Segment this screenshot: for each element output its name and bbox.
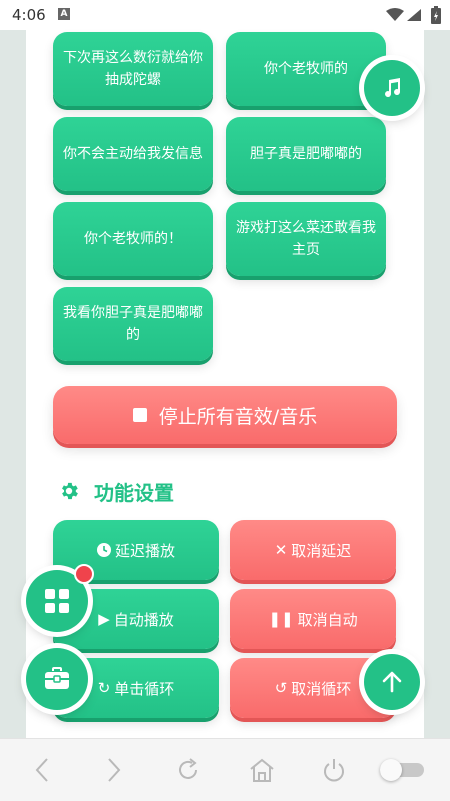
grid-icon: [45, 589, 69, 613]
settings-heading: 功能设置: [58, 476, 174, 506]
sound-label: 我看你胆子真是肥嘟嘟的: [63, 305, 203, 343]
stop-square-icon: [132, 408, 147, 422]
clock-icon: [96, 543, 111, 557]
stop-all-button[interactable]: 停止所有音效/音乐: [53, 386, 397, 444]
pause-icon: ❚❚: [268, 610, 294, 628]
undo-icon: ↺: [274, 679, 288, 697]
close-icon: ✕: [274, 541, 288, 559]
power-icon[interactable]: [322, 757, 346, 783]
grid-fab[interactable]: [26, 564, 94, 632]
toggle-knob: [380, 759, 402, 781]
sound-button[interactable]: 胆子真是肥嘟嘟的: [226, 117, 386, 191]
stop-all-label: 停止所有音效/音乐: [158, 405, 318, 428]
cancel-delay-button[interactable]: ✕ 取消延迟: [230, 520, 396, 580]
sound-button[interactable]: 你个老牧师的: [226, 32, 386, 106]
refresh-icon[interactable]: [176, 757, 200, 783]
auto-play-label: 自动播放: [113, 610, 174, 629]
forward-icon[interactable]: [106, 757, 122, 783]
status-bar: 4:06 A: [0, 0, 450, 30]
cancel-auto-label: 取消自动: [297, 610, 358, 629]
sound-label: 游戏打这么菜还敢看我主页: [236, 220, 376, 258]
left-margin: [0, 30, 26, 738]
sound-button[interactable]: 游戏打这么菜还敢看我主页: [226, 202, 386, 276]
sound-button[interactable]: 你不会主动给我发信息: [53, 117, 213, 191]
redo-icon: ↻: [97, 679, 111, 697]
sound-label: 下次再这么数衍就给你抽成陀螺: [63, 50, 203, 88]
back-icon[interactable]: [34, 757, 50, 783]
toggle-switch[interactable]: [380, 759, 424, 781]
sound-button[interactable]: 你个老牧师的！: [53, 202, 213, 276]
sound-button[interactable]: 下次再这么数衍就给你抽成陀螺: [53, 32, 213, 106]
scroll-top-fab[interactable]: [364, 654, 420, 710]
sound-label: 你个老牧师的！: [84, 231, 182, 247]
toolbox-icon: [45, 667, 69, 689]
gear-icon: [62, 482, 78, 500]
play-icon: ▶: [98, 610, 110, 628]
cancel-auto-button[interactable]: ❚❚ 取消自动: [230, 589, 396, 649]
settings-title: 功能设置: [94, 480, 174, 505]
music-note-icon: [385, 78, 401, 98]
a-notification-icon: A: [58, 8, 70, 20]
sound-label: 你不会主动给我发信息: [63, 146, 203, 162]
arrow-up-icon: [382, 671, 402, 693]
sound-button[interactable]: 我看你胆子真是肥嘟嘟的: [53, 287, 213, 361]
cancel-loop-label: 取消循环: [291, 679, 352, 698]
wifi-icon: [386, 8, 404, 21]
music-fab[interactable]: [364, 60, 420, 116]
toolbox-fab[interactable]: [26, 648, 88, 710]
signal-icon: [407, 9, 421, 21]
home-icon[interactable]: [249, 757, 275, 783]
battery-icon: [431, 6, 441, 24]
notification-badge: [74, 564, 94, 584]
cancel-delay-label: 取消延迟: [291, 541, 352, 560]
sound-label: 你个老牧师的: [264, 61, 348, 77]
right-margin: [424, 30, 450, 738]
browser-nav-bar: [0, 738, 450, 801]
delay-play-label: 延迟播放: [114, 541, 175, 560]
sound-label: 胆子真是肥嘟嘟的: [250, 146, 362, 162]
single-loop-label: 单击循环: [114, 679, 175, 698]
status-time: 4:06: [12, 6, 46, 24]
